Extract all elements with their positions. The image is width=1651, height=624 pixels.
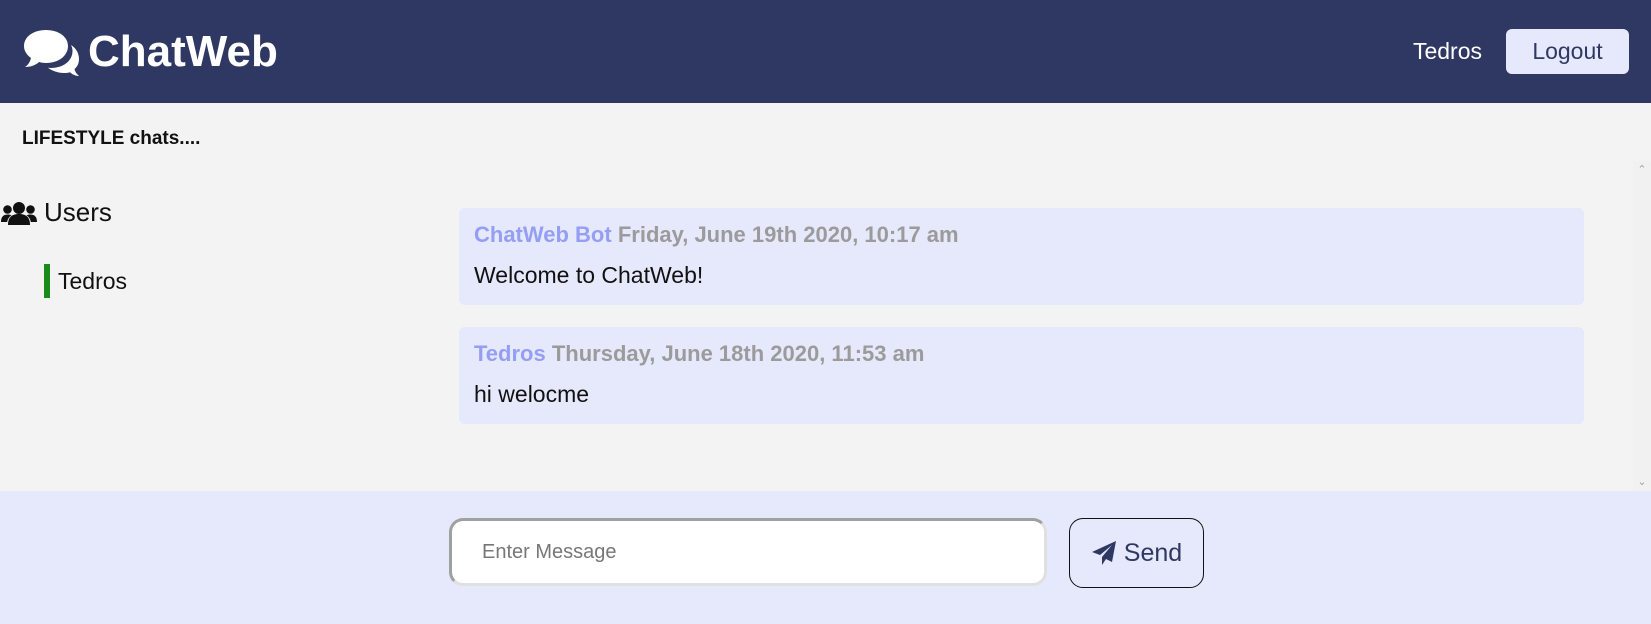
app-title: ChatWeb <box>88 26 278 76</box>
users-icon <box>1 201 37 225</box>
brand[interactable]: ChatWeb <box>22 26 278 78</box>
users-heading-label: Users <box>44 197 112 227</box>
send-button-label: Send <box>1123 538 1183 567</box>
app-header: ChatWeb Tedros Logout <box>0 0 1651 103</box>
message-timestamp: Thursday, June 18th 2020, 11:53 am <box>551 341 925 366</box>
message-author: ChatWeb Bot <box>474 222 612 247</box>
paper-plane-icon <box>1091 541 1116 565</box>
message-scrollbar[interactable]: ⌃ ⌄ <box>1633 161 1651 491</box>
message-author: Tedros <box>474 341 546 366</box>
comments-icon <box>24 29 79 76</box>
scroll-up-arrow-icon[interactable]: ⌃ <box>1633 161 1651 179</box>
message-meta: Tedros Thursday, June 18th 2020, 11:53 a… <box>474 341 1569 367</box>
logout-button[interactable]: Logout <box>1506 29 1629 74</box>
message-timestamp: Friday, June 19th 2020, 10:17 am <box>617 222 959 247</box>
message-text: Welcome to ChatWeb! <box>474 262 704 288</box>
room-name: LIFESTYLE chats.... <box>22 128 201 149</box>
message-text: hi welocme <box>474 381 590 407</box>
message: ChatWeb Bot Friday, June 19th 2020, 10:1… <box>459 208 1584 305</box>
user-list: Tedros <box>44 264 127 298</box>
message-composer: Send <box>0 491 1651 624</box>
scroll-down-arrow-icon[interactable]: ⌄ <box>1633 473 1651 491</box>
users-heading: Users <box>1 197 112 228</box>
message: Tedros Thursday, June 18th 2020, 11:53 a… <box>459 327 1584 424</box>
send-button[interactable]: Send <box>1069 518 1204 588</box>
message-meta: ChatWeb Bot Friday, June 19th 2020, 10:1… <box>474 222 1569 248</box>
message-input[interactable] <box>449 518 1047 586</box>
users-sidebar: Users Tedros <box>0 161 440 491</box>
online-status-indicator <box>44 264 50 298</box>
message-list: ChatWeb Bot Friday, June 19th 2020, 10:1… <box>459 208 1584 446</box>
header-right: Tedros Logout <box>1413 29 1629 74</box>
user-list-item[interactable]: Tedros <box>44 264 127 298</box>
user-name: Tedros <box>58 267 128 294</box>
current-username: Tedros <box>1412 38 1482 64</box>
chat-main: Users Tedros ChatWeb Bot Friday, June 19… <box>0 161 1651 491</box>
